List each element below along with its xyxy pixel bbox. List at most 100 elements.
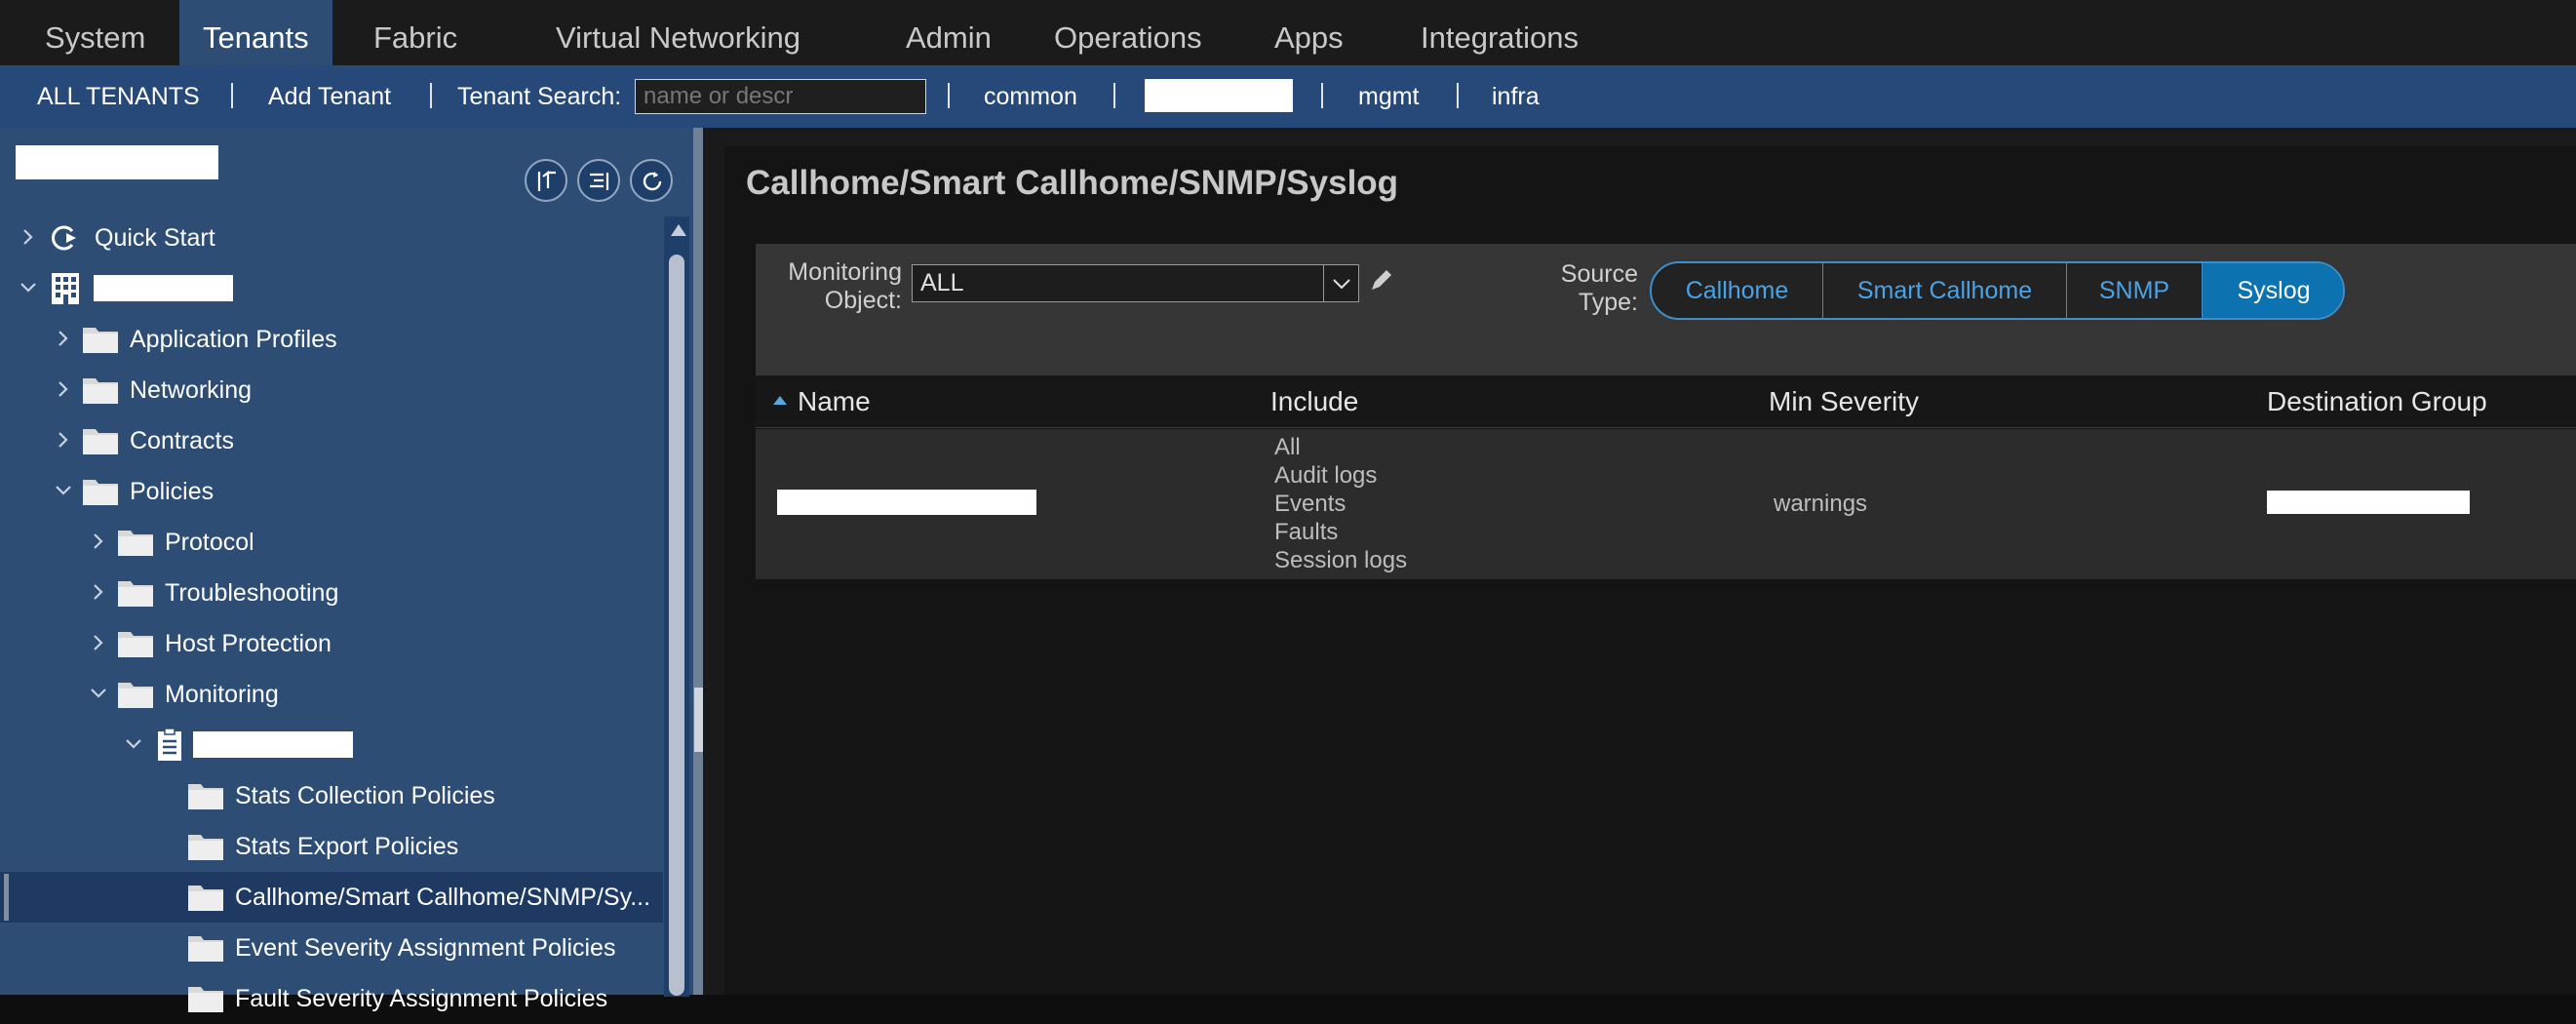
source-type-label: Source Type: (1560, 260, 1638, 316)
chevron-right-icon[interactable] (51, 427, 76, 453)
monitoring-object-label: Monitoring Object: (788, 258, 902, 314)
table-header: Name Include Min Severity Destination Gr… (756, 375, 2576, 428)
tab-integrations[interactable]: Integrations (1397, 0, 1602, 65)
monitoring-object-value: ALL (920, 269, 964, 296)
tree-label: Troubleshooting (165, 579, 339, 607)
tenant-search-label: Tenant Search: (457, 83, 622, 110)
tree-item-stats-collection-policies[interactable]: Stats Collection Policies (0, 770, 663, 821)
tenant-building-icon (52, 273, 79, 304)
folder-icon (188, 835, 223, 860)
navigation-sidebar: Quick Start Application Profiles Network… (0, 128, 693, 1012)
refresh-icon (643, 172, 662, 191)
tree-label: Quick Start (95, 224, 215, 252)
tree-item-networking[interactable]: Networking (0, 365, 663, 415)
tree-item-host-protection[interactable]: Host Protection (0, 618, 663, 669)
tree-item-fault-severity-policies[interactable]: Fault Severity Assignment Policies (0, 973, 663, 1024)
row-destination-group-redacted (2267, 491, 2470, 514)
source-type-smart-callhome[interactable]: Smart Callhome (1823, 263, 2067, 318)
chevron-right-icon[interactable] (51, 376, 76, 402)
tenant-link-redacted[interactable] (1145, 79, 1293, 112)
tab-virtual-networking[interactable]: Virtual Networking (532, 0, 824, 65)
tree-label: Protocol (165, 529, 254, 556)
tree-item-monitoring[interactable]: Monitoring (0, 669, 663, 720)
top-nav: System Tenants Fabric Virtual Networking… (0, 0, 2576, 65)
dropdown-arrow[interactable] (1323, 265, 1358, 301)
tree-item-event-severity-policies[interactable]: Event Severity Assignment Policies (0, 923, 663, 973)
tree-item-application-profiles[interactable]: Application Profiles (0, 314, 663, 365)
divider (231, 83, 233, 108)
tenant-search-input[interactable]: name or descr (635, 79, 926, 114)
tenant-name-redacted (94, 275, 233, 301)
folder-icon (118, 632, 153, 657)
tree-item-tenant[interactable] (0, 263, 663, 314)
column-header-name[interactable]: Name (798, 375, 871, 428)
row-min-severity: warnings (1774, 491, 1868, 517)
table-row[interactable]: All Audit logs Events Faults Session log… (756, 429, 2576, 579)
tree-item-protocol[interactable]: Protocol (0, 517, 663, 568)
scrollbar-thumb[interactable] (669, 255, 684, 996)
chevron-down-icon[interactable] (16, 275, 41, 300)
column-header-destination-group[interactable]: Destination Group (2267, 375, 2487, 428)
tree-label: Policies (130, 478, 215, 505)
chevron-down-icon[interactable] (121, 731, 146, 757)
folder-icon (188, 886, 223, 911)
collapse-all-button[interactable] (525, 159, 567, 202)
tree-item-contracts[interactable]: Contracts (0, 415, 663, 466)
chevron-right-icon[interactable] (51, 326, 76, 351)
folder-icon (188, 784, 223, 809)
folder-icon (83, 328, 118, 353)
folder-icon (83, 480, 118, 505)
tab-system[interactable]: System (21, 0, 169, 65)
chevron-right-icon[interactable] (86, 630, 111, 655)
tree-label: Monitoring (165, 681, 279, 708)
tree-label: Host Protection (165, 630, 332, 657)
chevron-right-icon[interactable] (86, 529, 111, 554)
scroll-up-arrow-icon[interactable] (671, 224, 686, 236)
splitter-handle[interactable] (694, 688, 703, 752)
quick-start-icon (52, 225, 76, 251)
folder-icon (83, 429, 118, 454)
source-type-snmp[interactable]: SNMP (2067, 263, 2203, 318)
tree-item-monitoring-policy[interactable] (0, 720, 663, 770)
edit-pencil-icon[interactable] (1367, 267, 1394, 295)
tree-item-troubleshooting[interactable]: Troubleshooting (0, 568, 663, 618)
tenant-link-common[interactable]: common (984, 65, 1077, 128)
source-type-toggle: Callhome Smart Callhome SNMP Syslog (1650, 261, 2345, 320)
refresh-button[interactable] (630, 159, 673, 202)
sort-ascending-icon[interactable] (773, 396, 787, 405)
page-title: Callhome/Smart Callhome/SNMP/Syslog (746, 164, 1399, 202)
tenant-link-infra[interactable]: infra (1492, 65, 1540, 128)
tree-item-callhome-policies[interactable]: Callhome/Smart Callhome/SNMP/Sy... (0, 872, 663, 923)
chevron-down-icon[interactable] (86, 681, 111, 706)
tree-item-stats-export-policies[interactable]: Stats Export Policies (0, 821, 663, 872)
pane-splitter[interactable] (693, 128, 703, 995)
tree-item-quick-start[interactable]: Quick Start (0, 213, 663, 263)
divider (430, 83, 432, 108)
chevron-down-icon[interactable] (51, 478, 76, 503)
chevron-right-icon[interactable] (16, 224, 41, 250)
tab-admin[interactable]: Admin (882, 0, 1015, 65)
source-type-syslog[interactable]: Syslog (2203, 263, 2343, 318)
column-header-min-severity[interactable]: Min Severity (1769, 375, 1919, 428)
expand-all-icon (590, 173, 609, 190)
folder-icon (188, 936, 223, 962)
tree-item-policies[interactable]: Policies (0, 466, 663, 517)
chevron-right-icon[interactable] (86, 579, 111, 605)
tree-label: Application Profiles (130, 326, 337, 353)
folder-icon (118, 531, 153, 556)
monitoring-object-select[interactable]: ALL (912, 264, 1359, 302)
source-type-callhome[interactable]: Callhome (1652, 263, 1823, 318)
row-include: All Audit logs Events Faults Session log… (1274, 434, 1408, 573)
add-tenant-link[interactable]: Add Tenant (268, 65, 391, 128)
chevron-down-icon (1333, 279, 1350, 290)
column-header-include[interactable]: Include (1270, 375, 1358, 428)
tab-fabric[interactable]: Fabric (350, 0, 481, 65)
monitoring-policy-name-redacted (193, 731, 353, 758)
tab-apps[interactable]: Apps (1251, 0, 1367, 65)
tenant-link-mgmt[interactable]: mgmt (1358, 65, 1420, 128)
all-tenants-link[interactable]: ALL TENANTS (37, 65, 200, 128)
expand-all-button[interactable] (577, 159, 620, 202)
tab-operations[interactable]: Operations (1031, 0, 1226, 65)
tab-tenants[interactable]: Tenants (179, 0, 332, 65)
policy-document-icon (158, 728, 181, 761)
